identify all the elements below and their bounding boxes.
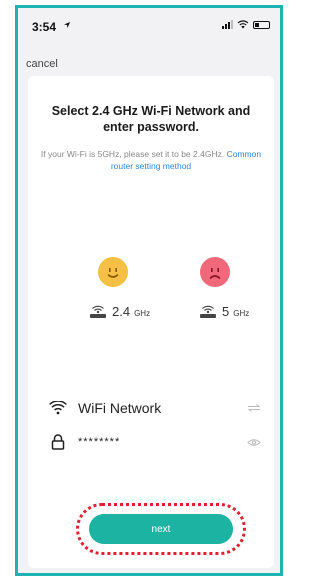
next-button[interactable]: next bbox=[89, 514, 233, 544]
wifi-setup-card: Select 2.4 GHz Wi-Fi Network and enter p… bbox=[28, 76, 274, 568]
wifi-icon bbox=[48, 399, 68, 417]
next-button-highlight: next bbox=[76, 503, 246, 555]
cellular-signal-icon bbox=[222, 20, 233, 29]
router-icon bbox=[90, 305, 106, 318]
lock-icon bbox=[48, 433, 68, 451]
wifi-network-name: WiFi Network bbox=[78, 400, 162, 416]
password-field[interactable]: ******** bbox=[48, 430, 262, 454]
wifi-network-field[interactable]: WiFi Network bbox=[48, 396, 262, 420]
band-2-4ghz: 2.4 GHz bbox=[88, 304, 150, 319]
cancel-button[interactable]: cancel bbox=[26, 58, 58, 70]
band-unit: GHz bbox=[134, 309, 151, 318]
happy-face-icon bbox=[98, 257, 128, 287]
sad-face-icon bbox=[200, 257, 230, 287]
phone-screen: 3:54 cancel Select 2.4 GHz Wi-Fi Network… bbox=[15, 5, 283, 576]
band-value: 2.4 bbox=[112, 304, 131, 319]
band-5ghz: 5 GHz bbox=[198, 304, 249, 319]
wifi-status-icon bbox=[237, 20, 249, 29]
swap-network-icon[interactable] bbox=[246, 402, 262, 414]
page-title: Select 2.4 GHz Wi-Fi Network and enter p… bbox=[51, 104, 251, 134]
status-bar: 3:54 bbox=[18, 8, 280, 42]
password-value: ******** bbox=[78, 436, 121, 448]
location-arrow-icon bbox=[64, 22, 70, 28]
band-unit: GHz bbox=[233, 309, 250, 318]
battery-icon bbox=[253, 21, 270, 29]
band-hint-text: If your Wi-Fi is 5GHz, please set it to … bbox=[40, 149, 225, 159]
status-time: 3:54 bbox=[32, 20, 57, 34]
band-value: 5 bbox=[222, 304, 230, 319]
show-password-eye-icon[interactable] bbox=[246, 436, 262, 448]
band-hint: If your Wi-Fi is 5GHz, please set it to … bbox=[40, 148, 262, 172]
router-icon bbox=[200, 305, 216, 318]
